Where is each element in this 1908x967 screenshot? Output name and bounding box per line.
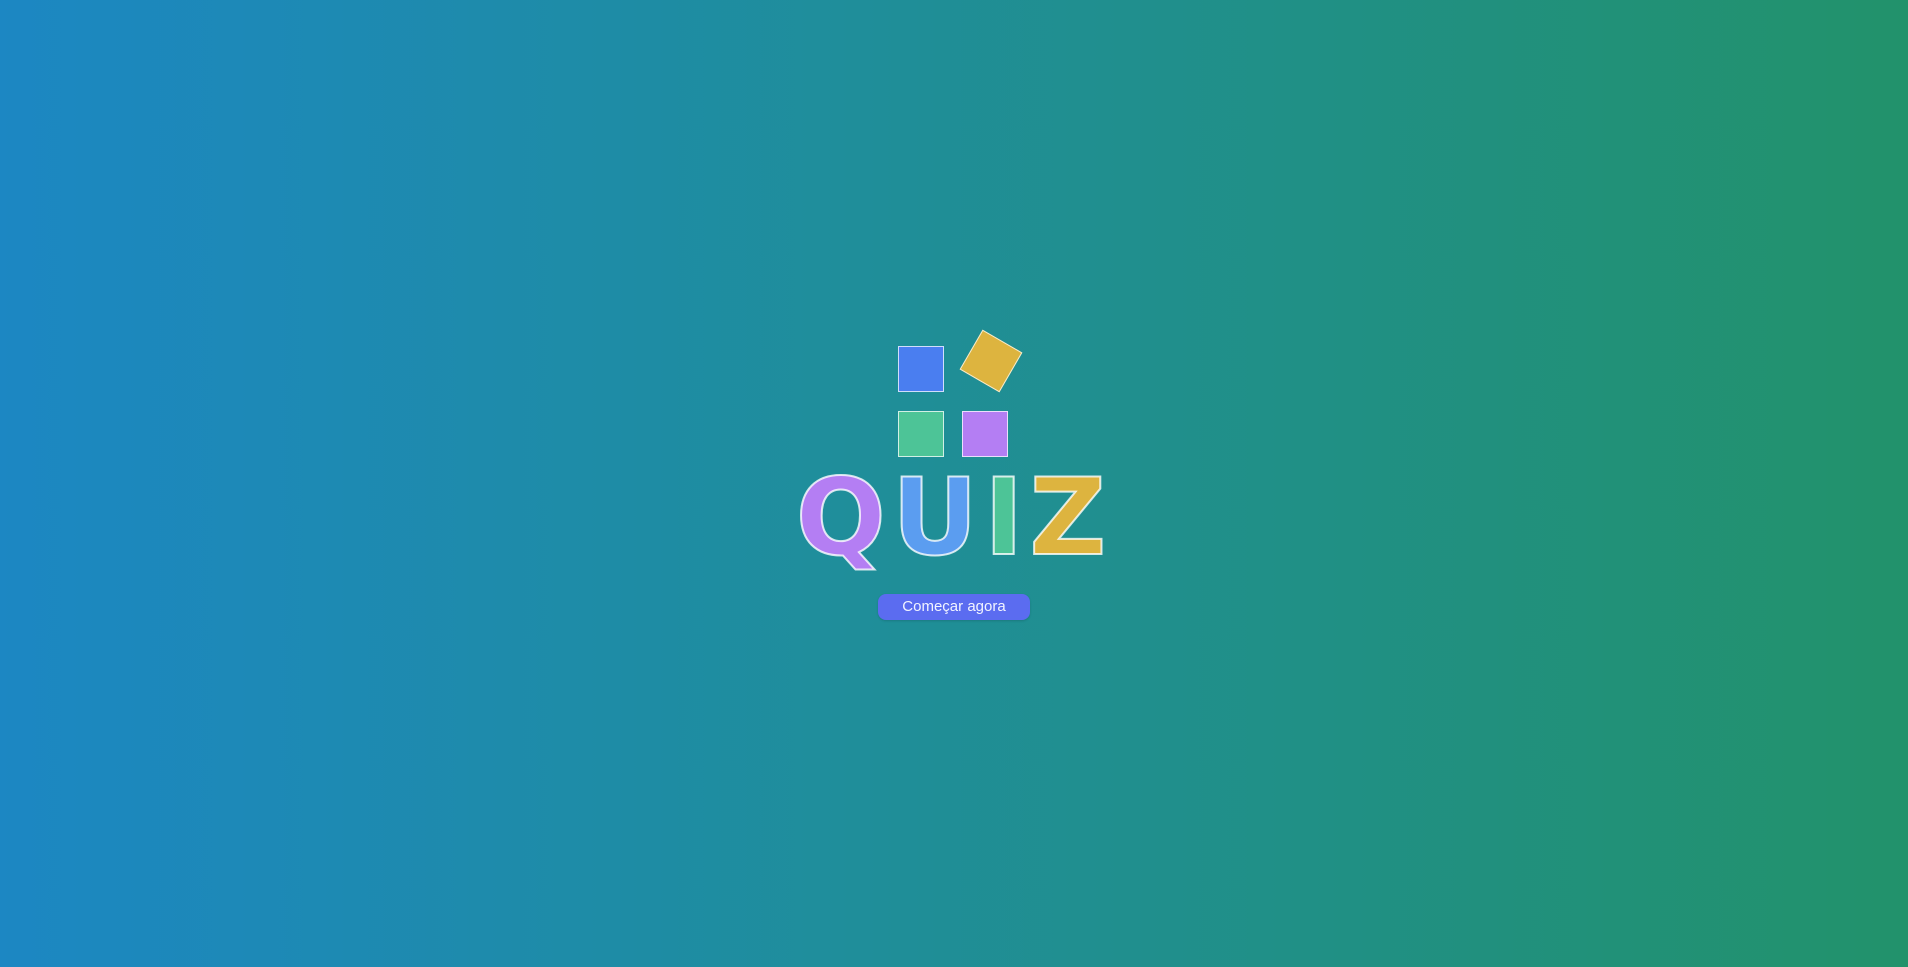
title-letter-z: Z [1028, 456, 1113, 579]
title-letter-i: I [983, 456, 1030, 579]
logo-blue-square [898, 346, 944, 392]
title-letter-u: U [891, 456, 984, 579]
landing-page: QUIZ Começar agora [0, 0, 1908, 967]
title-letter-q: Q [795, 456, 892, 579]
logo-purple-square [962, 411, 1008, 457]
logo-yellow-square [959, 329, 1023, 393]
quiz-title: QUIZ [0, 456, 1908, 579]
start-now-button[interactable]: Começar agora [878, 594, 1030, 620]
logo-green-square [898, 411, 944, 457]
